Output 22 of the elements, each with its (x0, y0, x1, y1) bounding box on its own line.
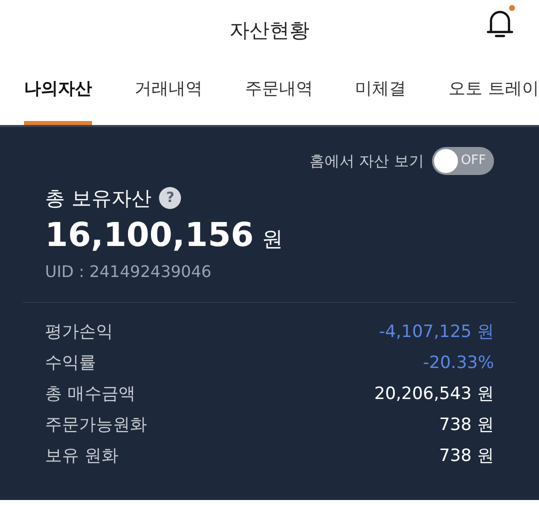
detail-label: 수익률 (45, 352, 96, 374)
detail-value: -4,107,125 원 (378, 320, 494, 344)
notification-bell-icon[interactable] (485, 5, 515, 39)
total-amount: 16,100,156 (45, 217, 254, 254)
detail-label: 평가손익 (45, 320, 113, 344)
tab[interactable]: 거래내역 (134, 70, 202, 125)
tab[interactable]: 주문내역 (244, 70, 313, 125)
tab[interactable]: 오토 트레이 (448, 70, 539, 125)
detail-label: 보유 원화 (45, 444, 118, 468)
toggle-label: 홈에서 자산 보기 (309, 150, 424, 172)
tab[interactable]: 미체결 (355, 70, 406, 125)
detail-value: 20,206,543 원 (374, 382, 494, 406)
detail-label: 총 매수금액 (45, 382, 136, 406)
uid-text: UID : 241492439046 (45, 260, 212, 282)
detail-label: 주문가능원화 (45, 414, 147, 436)
detail-value: -20.33% (423, 352, 494, 374)
currency-unit: 원 (262, 226, 283, 253)
page-title: 자산현황 (230, 17, 310, 44)
detail-value: 738 원 (439, 414, 494, 436)
total-assets-label: 총 보유자산 (45, 185, 152, 212)
help-icon[interactable]: ? (159, 187, 182, 209)
detail-value: 738 원 (439, 444, 494, 468)
